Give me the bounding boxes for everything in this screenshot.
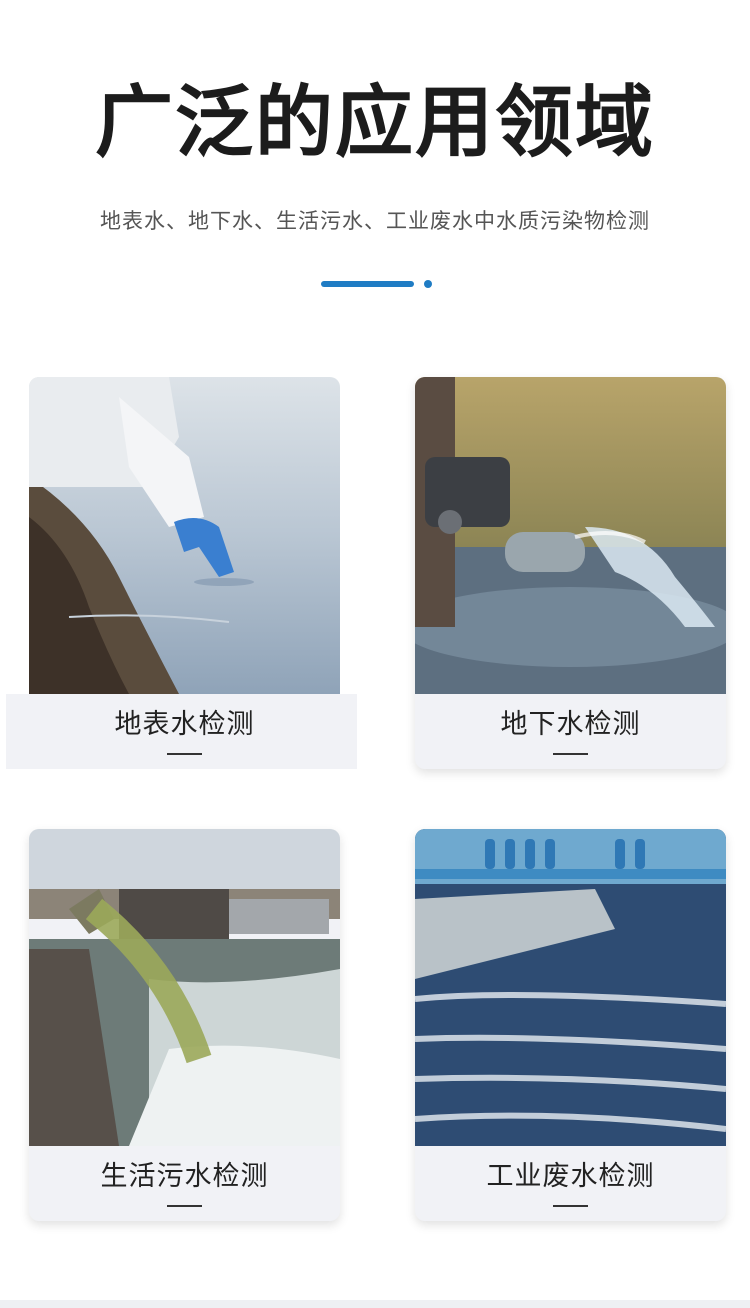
title-underline xyxy=(553,1205,588,1207)
groundwater-photo xyxy=(415,377,726,694)
card-domestic-sewage[interactable]: 生活污水检测 xyxy=(29,829,340,1221)
card-groundwater[interactable]: 地下水检测 xyxy=(415,377,726,769)
card-title: 地下水检测 xyxy=(500,709,641,740)
card-title: 生活污水检测 xyxy=(100,1161,269,1192)
domestic-sewage-photo xyxy=(29,829,340,1146)
title-underline xyxy=(167,753,202,755)
card-label: 地表水检测 xyxy=(29,694,340,769)
card-label: 工业废水检测 xyxy=(415,1146,726,1221)
card-title: 工业废水检测 xyxy=(486,1161,655,1192)
industrial-wastewater-photo xyxy=(415,829,726,1146)
footer-band xyxy=(0,1300,750,1308)
page-subtitle: 地表水、地下水、生活污水、工业废水中水质污染物检测 xyxy=(100,209,650,233)
accent-dot xyxy=(424,280,432,288)
card-title: 地表水检测 xyxy=(114,709,255,740)
title-underline xyxy=(167,1205,202,1207)
card-surface-water[interactable]: 地表水检测 xyxy=(29,377,340,769)
card-industrial-wastewater[interactable]: 工业废水检测 xyxy=(415,829,726,1221)
card-label: 地下水检测 xyxy=(415,694,726,769)
surface-water-photo xyxy=(29,377,340,694)
page-title: 广泛的应用领域 xyxy=(94,77,655,168)
card-label: 生活污水检测 xyxy=(29,1146,340,1221)
accent-line xyxy=(321,281,414,287)
title-underline xyxy=(553,753,588,755)
